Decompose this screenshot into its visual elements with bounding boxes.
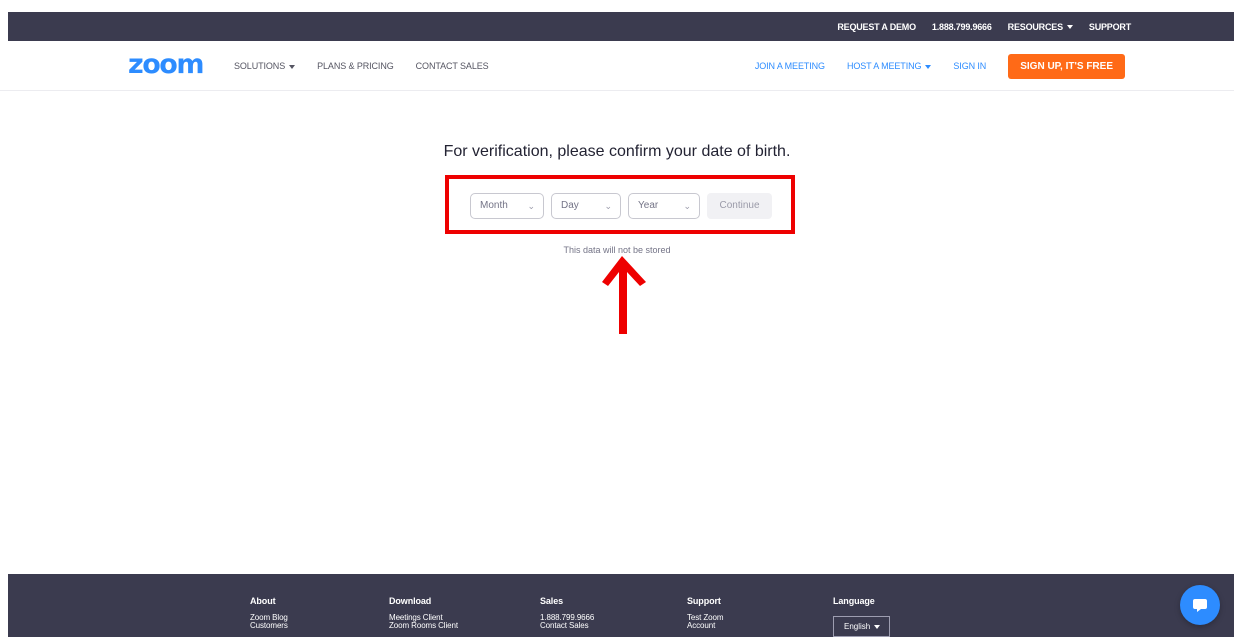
footer-heading: Support bbox=[687, 596, 721, 606]
footer-link[interactable]: Zoom Rooms Client bbox=[389, 622, 458, 630]
resources-label: RESOURCES bbox=[1007, 21, 1063, 32]
sign-in-link[interactable]: SIGN IN bbox=[953, 61, 986, 71]
language-select[interactable]: English bbox=[833, 616, 890, 637]
caret-down-icon bbox=[1066, 25, 1073, 30]
main-nav: zoom SOLUTIONS PLANS & PRICING CONTACT S… bbox=[0, 41, 1234, 91]
footer-heading: Download bbox=[389, 596, 432, 606]
footer-link[interactable]: Customers bbox=[250, 622, 288, 630]
chevron-down-icon: ⌄ bbox=[604, 201, 612, 211]
day-select[interactable]: Day ⌄ bbox=[551, 193, 621, 219]
footer: About Zoom Blog Customers Download Meeti… bbox=[8, 574, 1234, 637]
page: REQUEST A DEMO 1.888.799.9666 RESOURCES … bbox=[0, 0, 1234, 637]
footer-col-about: About Zoom Blog Customers bbox=[250, 596, 288, 630]
date-of-birth-form: Month ⌄ Day ⌄ Year ⌄ Continue bbox=[470, 193, 772, 219]
month-select[interactable]: Month ⌄ bbox=[470, 193, 544, 219]
join-meeting-link[interactable]: JOIN A MEETING bbox=[755, 61, 825, 71]
contact-sales-link[interactable]: CONTACT SALES bbox=[416, 61, 489, 71]
year-placeholder: Year bbox=[638, 200, 659, 211]
sign-up-button[interactable]: SIGN UP, IT'S FREE bbox=[1008, 53, 1125, 79]
host-meeting-menu[interactable]: HOST A MEETING bbox=[846, 61, 932, 71]
language-label: English bbox=[844, 622, 871, 631]
top-utility-bar: REQUEST A DEMO 1.888.799.9666 RESOURCES … bbox=[8, 12, 1234, 41]
chevron-down-icon: ⌄ bbox=[683, 201, 691, 211]
caret-down-icon bbox=[925, 64, 932, 69]
caret-down-icon bbox=[289, 64, 296, 69]
solutions-menu[interactable]: SOLUTIONS bbox=[234, 61, 296, 71]
footer-col-sales: Sales 1.888.799.9666 Contact Sales bbox=[540, 596, 594, 630]
footer-col-support: Support Test Zoom Account bbox=[687, 596, 724, 630]
resources-menu[interactable]: RESOURCES bbox=[1008, 22, 1073, 32]
nav-right-links: JOIN A MEETING HOST A MEETING SIGN IN SI… bbox=[755, 41, 1125, 91]
footer-col-download: Download Meetings Client Zoom Rooms Clie… bbox=[389, 596, 458, 630]
day-placeholder: Day bbox=[561, 200, 579, 211]
chat-bubble-icon bbox=[1193, 599, 1207, 612]
footer-link[interactable]: Account bbox=[687, 622, 723, 630]
arrow-up-icon bbox=[602, 256, 646, 334]
solutions-label: SOLUTIONS bbox=[234, 61, 286, 71]
support-link[interactable]: SUPPORT bbox=[1089, 22, 1131, 32]
year-select[interactable]: Year ⌄ bbox=[628, 193, 700, 219]
phone-link[interactable]: 1.888.799.9666 bbox=[932, 22, 992, 32]
zoom-logo[interactable]: zoom bbox=[128, 51, 204, 79]
continue-button[interactable]: Continue bbox=[707, 193, 772, 219]
plans-pricing-link[interactable]: PLANS & PRICING bbox=[317, 61, 394, 71]
month-placeholder: Month bbox=[480, 200, 508, 211]
host-meeting-label: HOST A MEETING bbox=[846, 61, 922, 71]
request-demo-link[interactable]: REQUEST A DEMO bbox=[837, 22, 916, 32]
chat-button[interactable] bbox=[1180, 585, 1220, 625]
verification-heading: For verification, please confirm your da… bbox=[443, 143, 791, 160]
footer-heading: About bbox=[250, 596, 276, 606]
utility-links: REQUEST A DEMO 1.888.799.9666 RESOURCES … bbox=[837, 12, 1131, 41]
caret-down-icon bbox=[874, 624, 881, 629]
nav-left-links: SOLUTIONS PLANS & PRICING CONTACT SALES bbox=[234, 41, 489, 91]
footer-heading: Language bbox=[833, 596, 875, 606]
footer-heading: Sales bbox=[540, 596, 564, 606]
footer-col-language: Language bbox=[833, 596, 875, 614]
footer-link[interactable]: Contact Sales bbox=[540, 622, 594, 630]
chevron-down-icon: ⌄ bbox=[527, 201, 535, 211]
